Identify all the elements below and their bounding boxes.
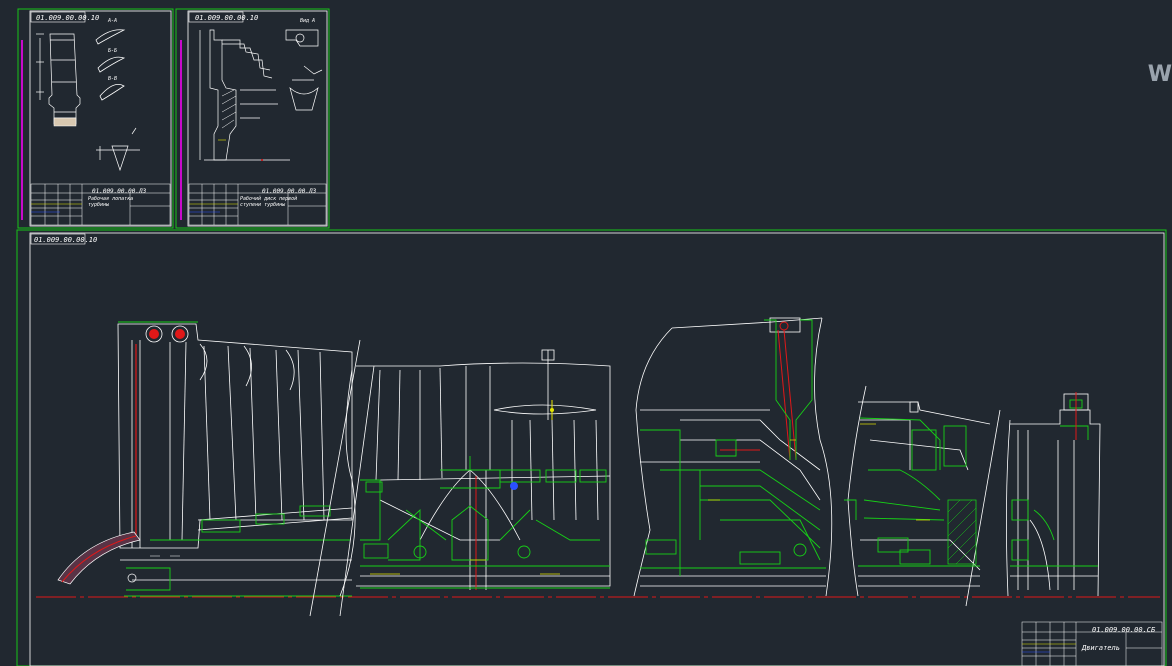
section-aa-label: А-А bbox=[107, 18, 117, 24]
disk-view-a-detail bbox=[285, 29, 323, 111]
main-sheet[interactable] bbox=[16, 229, 1167, 666]
disk-view-a-label: Вид А bbox=[300, 18, 315, 24]
sheet-2-designation: 01.009.00.00.ЛЗ bbox=[262, 188, 317, 195]
fan-section bbox=[57, 321, 353, 597]
sheet-1-code-label: 01.009.00.00.10 bbox=[36, 14, 100, 22]
combustor-section bbox=[633, 317, 833, 597]
blade-section-profiles bbox=[95, 29, 126, 101]
drawing-canvas[interactable]: А-А Б-Б В-В Вид А bbox=[0, 0, 1172, 666]
lp-turbine-section bbox=[1006, 392, 1101, 597]
disk-section-hatch bbox=[221, 89, 237, 129]
blade-section-marks: А-А Б-Б В-В bbox=[107, 18, 117, 82]
inlet-spinner bbox=[57, 531, 141, 585]
sheet-2-code-label: 01.009.00.00.10 bbox=[195, 14, 259, 22]
blade-drawing bbox=[36, 33, 81, 125]
section-vv-label: В-В bbox=[108, 76, 117, 82]
edge-watermark-letter: W bbox=[1147, 62, 1172, 87]
hp-turbine-section bbox=[844, 385, 1001, 607]
main-sheet-title: Двигатель bbox=[1082, 644, 1120, 652]
main-sheet-designation: 01.009.00.00.СБ bbox=[1092, 626, 1156, 634]
main-sheet-code-label: 01.009.00.00.10 bbox=[34, 236, 98, 244]
blade-lock-detail bbox=[96, 127, 140, 172]
section-bb-label: Б-Б bbox=[108, 48, 117, 54]
sheet-1-designation: 01.009.00.00.ЛЗ bbox=[92, 188, 147, 195]
cad-viewport[interactable]: А-А Б-Б В-В Вид А 01.009.00.00.10 01.009… bbox=[0, 0, 1172, 666]
disk-drawing-color-marks bbox=[218, 139, 263, 161]
sheet-2-title: Рабочий диск первой ступени турбины bbox=[240, 196, 298, 208]
hp-compressor-section bbox=[309, 339, 611, 617]
sheet-1-title: Рабочая лопатка турбины bbox=[88, 196, 134, 208]
main-sheet-inner-frame bbox=[29, 232, 1165, 666]
disk-drawing bbox=[199, 29, 290, 161]
blade-root-fillet bbox=[53, 117, 77, 127]
